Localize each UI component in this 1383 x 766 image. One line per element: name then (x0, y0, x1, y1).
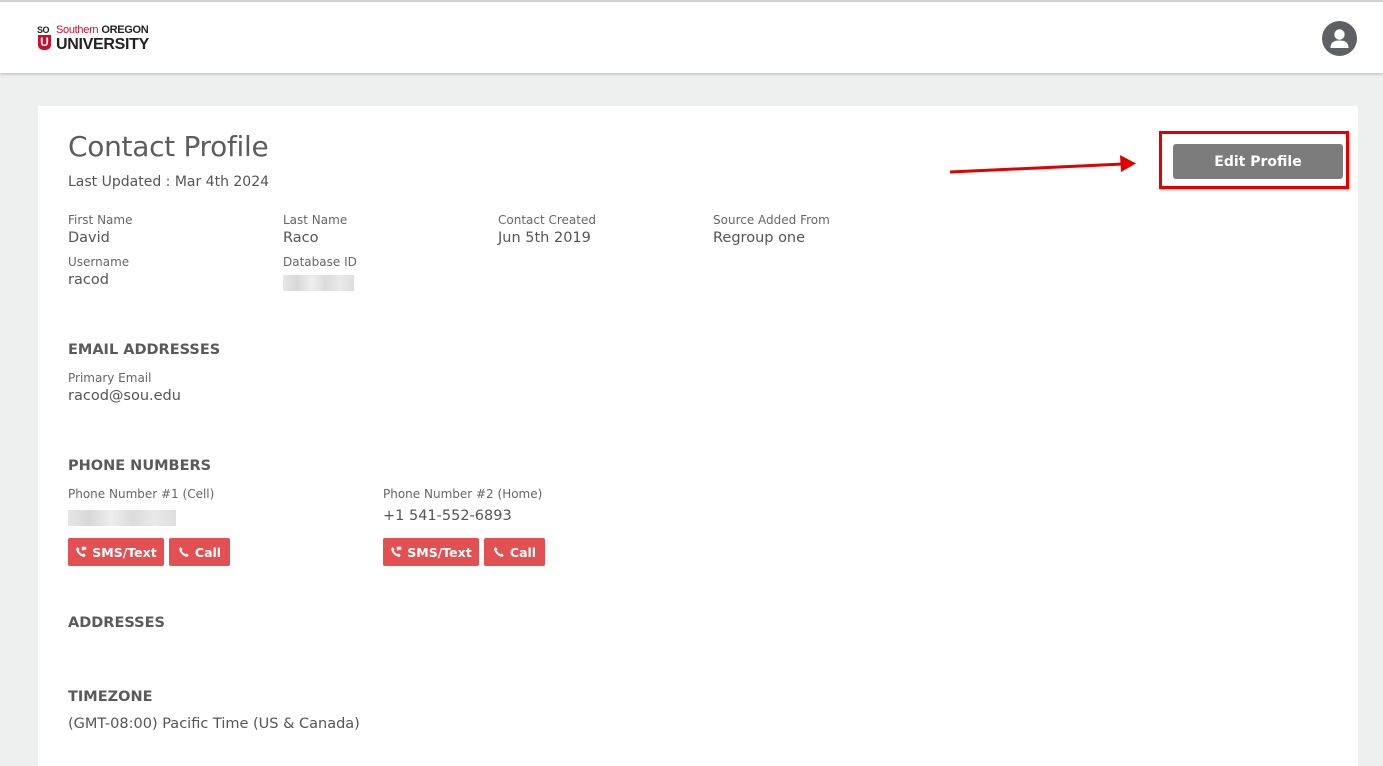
first-name-field: First Name David (68, 213, 132, 246)
phone-1-call-label: Call (194, 544, 222, 560)
contact-profile-card: Contact Profile Last Updated : Mar 4th 2… (38, 106, 1358, 766)
source-added-from-value: Regroup one (713, 230, 806, 246)
database-id-field: Database ID (283, 255, 357, 291)
timezone-section-title: TIMEZONE (68, 689, 153, 705)
primary-email-label: Primary Email (68, 371, 152, 385)
username-field: Username racod (68, 255, 129, 288)
phone-chat-icon (391, 546, 402, 557)
logo-u: U (38, 35, 51, 50)
user-icon (1330, 29, 1349, 48)
last-updated: Last Updated : Mar 4th 2024 (68, 174, 270, 190)
logo-southern: Southern (56, 24, 99, 36)
phone-chat-icon (76, 546, 87, 557)
primary-email-field: Primary Email racod@sou.edu (68, 371, 181, 404)
university-logo[interactable]: SO U Southern OREGON UNIVERSITY (37, 24, 149, 54)
phone-2-label: Phone Number #2 (Home) (383, 487, 543, 501)
timezone-value: (GMT-08:00) Pacific Time (US & Canada) (68, 716, 360, 732)
phone-1-sms-label: SMS/Text (92, 544, 157, 560)
phone-icon (179, 547, 189, 557)
contact-created-value: Jun 5th 2019 (498, 230, 591, 246)
primary-email-value: racod@sou.edu (68, 388, 181, 404)
last-name-field: Last Name Raco (283, 213, 347, 246)
phone-1-sms-button[interactable]: SMS/Text (68, 538, 164, 566)
phone-1-field: Phone Number #1 (Cell) (68, 487, 214, 526)
logo-text: Southern OREGON UNIVERSITY (56, 25, 149, 53)
username-label: Username (68, 255, 130, 269)
phone-2-call-label: Call (509, 544, 537, 560)
last-name-value: Raco (283, 230, 319, 246)
phone-2-sms-button[interactable]: SMS/Text (383, 538, 479, 566)
phone-icon (494, 547, 504, 557)
phone-2-call-button[interactable]: Call (484, 538, 545, 566)
database-id-label: Database ID (283, 255, 357, 269)
email-section-title: EMAIL ADDRESSES (68, 342, 221, 358)
first-name-value: David (68, 230, 110, 246)
logo-so: SO (37, 25, 50, 35)
app-header: SO U Southern OREGON UNIVERSITY (0, 2, 1383, 73)
annotation-arrow-icon (949, 155, 1136, 174)
logo-line1: Southern OREGON (56, 25, 149, 36)
phone-section-title: PHONE NUMBERS (68, 458, 212, 474)
edit-profile-button[interactable]: Edit Profile (1173, 144, 1343, 179)
phone-2-value: +1 541-552-6893 (383, 508, 512, 524)
username-value: racod (68, 272, 109, 288)
first-name-label: First Name (68, 213, 133, 227)
phone-2-sms-label: SMS/Text (407, 544, 472, 560)
last-name-label: Last Name (283, 213, 348, 227)
phone-1-redacted (68, 510, 176, 526)
phone-1-label: Phone Number #1 (Cell) (68, 487, 215, 501)
page-title: Contact Profile (68, 130, 269, 163)
logo-oregon: OREGON (101, 24, 149, 36)
phone-1-call-button[interactable]: Call (169, 538, 230, 566)
addresses-section-title: ADDRESSES (68, 615, 165, 631)
database-id-redacted (283, 275, 354, 291)
source-added-from-field: Source Added From Regroup one (713, 213, 830, 246)
contact-created-field: Contact Created Jun 5th 2019 (498, 213, 596, 246)
source-added-from-label: Source Added From (713, 213, 830, 227)
logo-university: UNIVERSITY (56, 36, 150, 53)
contact-created-label: Contact Created (498, 213, 596, 227)
user-avatar-button[interactable] (1322, 21, 1357, 56)
phone-2-field: Phone Number #2 (Home) +1 541-552-6893 (383, 487, 542, 524)
logo-mark: SO U (37, 25, 53, 53)
